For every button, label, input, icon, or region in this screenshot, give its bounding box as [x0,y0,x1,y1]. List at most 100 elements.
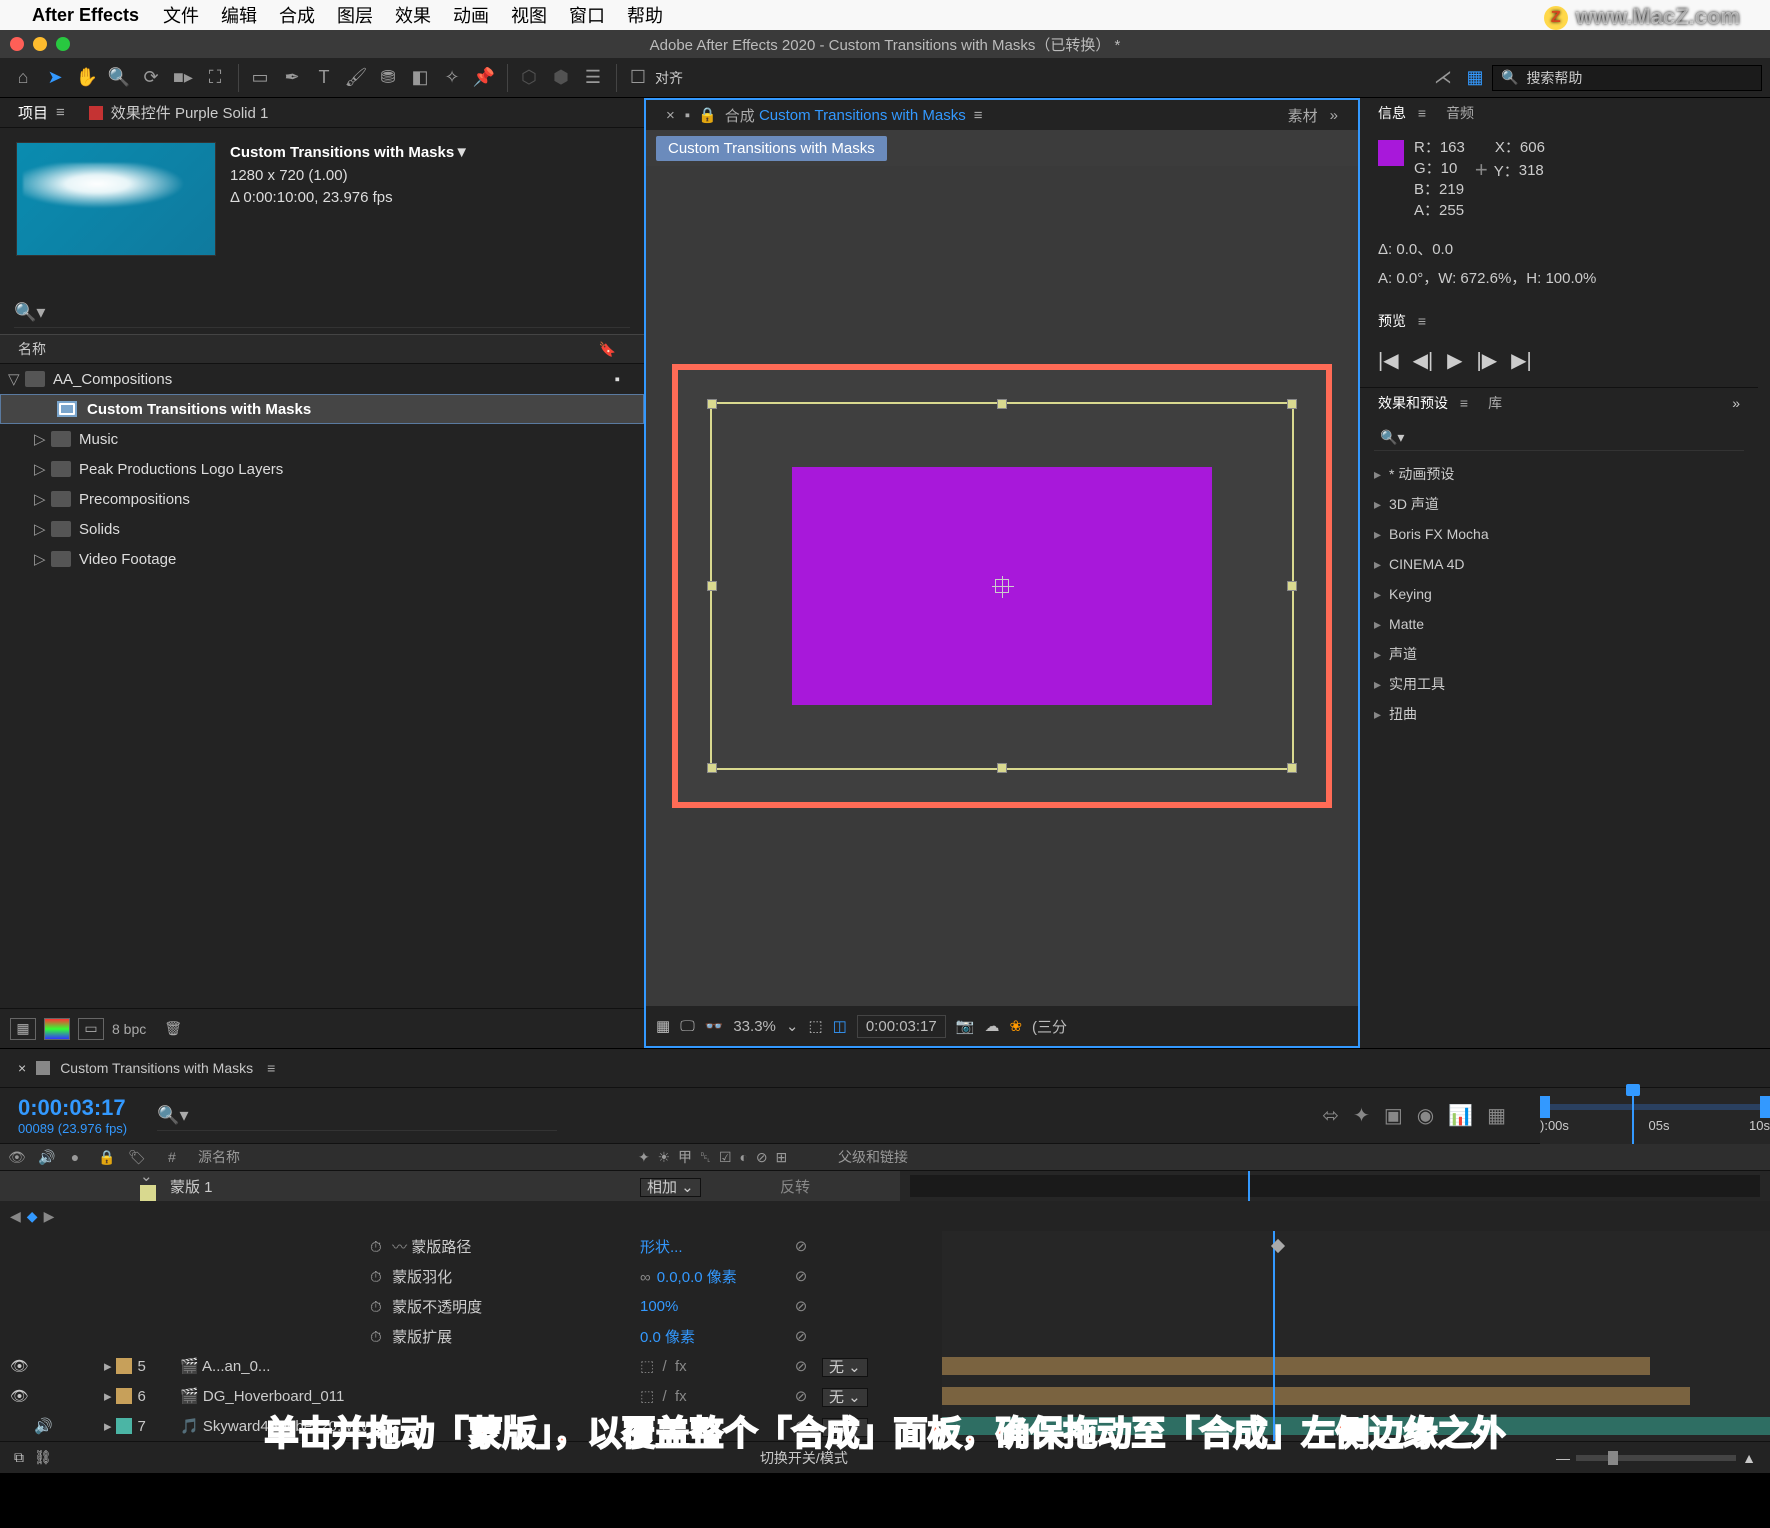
effect-category[interactable]: ▸Matte [1360,609,1758,639]
zoom-icon[interactable]: 🔍 [104,63,134,93]
link-icon[interactable]: ⊘ [780,1237,822,1255]
menu-view[interactable]: 视图 [511,2,547,28]
resolution-label[interactable]: (三分 [1032,1016,1067,1037]
prop-mask-opacity[interactable]: ⏱ 蒙版不透明度 100% ⊘ [0,1291,1770,1321]
last-frame-icon[interactable]: ▶| [1511,348,1532,373]
effect-category[interactable]: ▸Boris FX Mocha [1360,519,1758,549]
effect-category[interactable]: ▸声道 [1360,639,1758,669]
prop-mask-feather[interactable]: ⏱ 蒙版羽化 ∞0.0,0.0 像素 ⊘ [0,1261,1770,1291]
next-kf-icon[interactable]: ▶ [44,1208,55,1225]
effect-category[interactable]: ▸3D 声道 [1360,489,1758,519]
stopwatch-icon[interactable]: ⏱ [370,1239,388,1256]
mask-mode-dropdown[interactable]: 相加 ⌄ [640,1178,701,1197]
text-tool-icon[interactable]: T [309,63,339,93]
close-button[interactable] [10,37,24,51]
menu-composition[interactable]: 合成 [279,2,315,28]
close-icon[interactable]: × [666,107,675,124]
mask-handle[interactable] [997,763,1007,773]
solo-column-icon[interactable]: ● [60,1149,90,1165]
kf-toggle-icon[interactable]: ◆ [27,1208,38,1225]
project-comp-selected[interactable]: Custom Transitions with Masks [0,394,644,424]
mask-handle[interactable] [707,581,717,591]
effect-category[interactable]: ▸CINEMA 4D [1360,549,1758,579]
tab-library[interactable]: 库 [1488,393,1502,413]
prev-kf-icon[interactable]: ◀ [10,1208,21,1225]
lock-icon[interactable]: 🔒 [698,106,717,124]
next-frame-icon[interactable]: |▶ [1477,348,1498,373]
roto-tool-icon[interactable]: ✧ [437,63,467,93]
res-icon[interactable]: ⬚ [808,1017,822,1035]
mask-icon[interactable]: 👓 [705,1017,724,1035]
rect-tool-icon[interactable]: ▭ [245,63,275,93]
link-icon[interactable]: ⊘ [780,1267,822,1285]
snapping-icon[interactable]: ⋌ [1428,63,1458,93]
close-icon[interactable]: × [18,1060,26,1076]
breadcrumb-item[interactable]: Custom Transitions with Masks [656,136,887,161]
eraser-tool-icon[interactable]: ◧ [405,63,435,93]
tab-info[interactable]: 信息 ≡ [1378,103,1426,123]
zoom-in-icon[interactable]: ▲ [1742,1450,1756,1466]
minimize-button[interactable] [33,37,47,51]
prop-mask-path[interactable]: ⏱ 〰 蒙版路径 形状... ⊘ [0,1231,1770,1261]
parent-dropdown[interactable]: 无 ⌄ [822,1388,868,1407]
mask-handle[interactable] [1287,763,1297,773]
link-icon[interactable]: ⊘ [780,1357,822,1375]
mask-handle[interactable] [707,399,717,409]
current-time[interactable]: 0:00:03:17 [857,1015,946,1038]
layer-color-icon[interactable] [116,1358,132,1374]
stamp-tool-icon[interactable]: ⛃ [373,63,403,93]
project-folder-music[interactable]: ▷Music [0,424,644,454]
parent-dropdown[interactable]: 无 ⌄ [822,1358,868,1377]
hamburger-icon[interactable]: ≡ [974,107,983,124]
link-icon[interactable]: ⊘ [780,1297,822,1315]
mask-handle[interactable] [997,399,1007,409]
orbit-icon[interactable]: ⟳ [136,63,166,93]
mask-row[interactable]: ⌄ 蒙版 1 相加 ⌄ 反转 [0,1171,1770,1201]
effect-category[interactable]: ▸实用工具 [1360,669,1758,699]
prop-mask-expansion[interactable]: ⏱ 蒙版扩展 0.0 像素 ⊘ [0,1321,1770,1351]
stopwatch-icon[interactable]: ⏱ [370,1299,388,1316]
menu-animation[interactable]: 动画 [453,2,489,28]
comp-tab-name[interactable]: Custom Transitions with Masks [759,107,966,124]
menu-layer[interactable]: 图层 [337,2,373,28]
layer-color-icon[interactable] [116,1388,132,1404]
bit-depth-icon[interactable] [44,1018,70,1040]
menu-window[interactable]: 窗口 [569,2,605,28]
effect-category[interactable]: ▸扭曲 [1360,699,1758,729]
mask-color-icon[interactable] [140,1185,156,1201]
lock-column-icon[interactable]: 🔒 [90,1149,120,1166]
constrain-icon[interactable]: ∞ [640,1269,651,1286]
mask-invert[interactable]: 反转 [780,1176,900,1197]
layer-row-6[interactable]: 👁▸6 🎬 DG_Hoverboard_011 ⬚ / fx ⊘ 无 ⌄ [0,1381,1770,1411]
hamburger-icon[interactable]: ≡ [56,104,65,121]
stopwatch-icon[interactable]: ⏱ [370,1269,388,1286]
graph-editor-icon[interactable]: 📊 [1448,1103,1473,1128]
render-icon[interactable]: ▦ [1487,1103,1506,1128]
project-folder-precomp[interactable]: ▷Precompositions [0,484,644,514]
snapshot-icon[interactable]: 📷 [956,1017,975,1035]
eye-icon[interactable]: 👁 [10,1387,34,1405]
project-folder-solids[interactable]: ▷Solids [0,514,644,544]
menu-effect[interactable]: 效果 [395,2,431,28]
time-ruler[interactable]: ):00s 05s 10s [1540,1088,1770,1144]
comp-thumbnail[interactable] [16,142,216,256]
comp-mini-icon[interactable]: ⬄ [1322,1103,1339,1128]
hamburger-icon[interactable]: ≡ [267,1060,275,1076]
help-search[interactable]: 🔍 搜索帮助 [1492,65,1762,91]
tab-preview[interactable]: 预览 ≡ [1378,311,1426,331]
pan-behind-icon[interactable]: ⛶ [200,63,230,93]
current-timecode[interactable]: 0:00:03:17 [0,1095,127,1121]
project-folder-aa[interactable]: ▽AA_Compositions▪ [0,364,644,394]
workspace-icon[interactable]: ▦ [1460,63,1490,93]
footage-tab[interactable]: 素材 [1288,105,1318,126]
trash-icon[interactable]: 🗑 [164,1020,182,1037]
zoom-button[interactable] [56,37,70,51]
playhead[interactable] [1632,1088,1634,1144]
stopwatch-icon[interactable]: ⏱ [370,1329,388,1346]
prev-frame-icon[interactable]: ◀| [1413,348,1434,373]
project-folder-video[interactable]: ▷Video Footage [0,544,644,574]
monitor-icon[interactable]: 🖵 [680,1018,694,1035]
new-comp-icon[interactable]: ▭ [78,1018,104,1040]
motion-blur-icon[interactable]: ◉ [1417,1103,1434,1128]
menu-file[interactable]: 文件 [163,2,199,28]
